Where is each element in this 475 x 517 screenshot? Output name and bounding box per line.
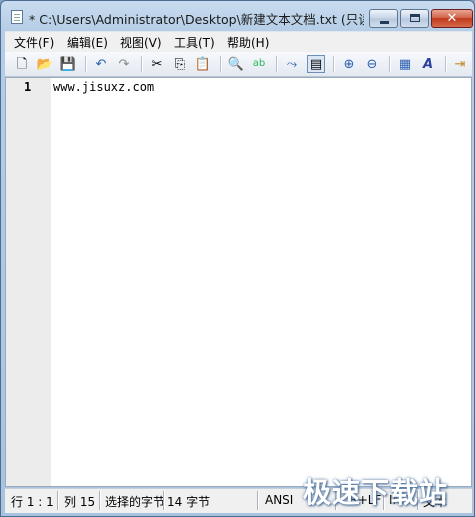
status-bytes: 14 字节 xyxy=(167,495,211,509)
minimize-button[interactable] xyxy=(369,9,398,28)
menu-help[interactable]: 帮助(H) xyxy=(227,34,269,51)
save-icon[interactable]: 💾 xyxy=(59,55,77,73)
menu-file[interactable]: 文件(F) xyxy=(14,34,54,51)
text-editor[interactable]: 1 www.jisuxz.com xyxy=(5,77,472,487)
title-bar[interactable]: * C:\Users\Administrator\Desktop\新建文本文档.… xyxy=(1,1,474,31)
paste-icon[interactable]: 📋 xyxy=(194,55,212,73)
undo-icon[interactable]: ↶ xyxy=(92,55,110,73)
toolbar-separator xyxy=(333,56,334,72)
editor-text-line[interactable]: www.jisuxz.com xyxy=(53,80,154,94)
toolbar-separator xyxy=(276,56,277,72)
app-window: * C:\Users\Administrator\Desktop\新建文本文档.… xyxy=(0,0,475,517)
line-number-gutter: 1 xyxy=(6,78,51,486)
status-separator xyxy=(163,491,164,510)
copy-icon[interactable]: ⎘ xyxy=(171,55,189,73)
zoom-in-icon[interactable]: ⊕ xyxy=(340,55,358,73)
status-encoding: ANSI xyxy=(265,493,294,507)
menu-view[interactable]: 视图(V) xyxy=(120,34,162,51)
toolbar-separator xyxy=(220,56,221,72)
status-line-col: 行 1 : 1 xyxy=(11,495,54,509)
menu-tools[interactable]: 工具(T) xyxy=(174,34,215,51)
toolbar-separator xyxy=(141,56,142,72)
find-icon[interactable]: 🔍 xyxy=(227,55,245,73)
status-separator xyxy=(57,491,58,510)
toolbar-separator xyxy=(85,56,86,72)
zoom-out-icon[interactable]: ⊖ xyxy=(363,55,381,73)
status-selection: 选择的字节 xyxy=(105,495,163,509)
toolbar: 🗋 📂 💾 ↶ ↷ ✂ ⎘ 📋 🔍 ab ⤳ ▤ ⊕ ⊖ ▦ A ⇥ xyxy=(5,52,472,77)
status-separator xyxy=(257,491,258,510)
exit-icon[interactable]: ⇥ xyxy=(451,55,469,73)
cut-icon[interactable]: ✂ xyxy=(148,55,166,73)
font-icon[interactable]: A xyxy=(419,55,437,73)
settings-icon[interactable]: ▦ xyxy=(396,55,414,73)
watermark-text: 极速下载站 xyxy=(303,476,449,509)
wordwrap-icon[interactable]: ▤ xyxy=(307,55,325,73)
new-icon[interactable]: 🗋 xyxy=(13,55,31,73)
menu-edit[interactable]: 编辑(E) xyxy=(67,34,108,51)
redo-icon[interactable]: ↷ xyxy=(115,55,133,73)
notepad-icon[interactable] xyxy=(11,10,23,24)
toolbar-separator xyxy=(445,56,446,72)
close-button[interactable]: ✕ xyxy=(431,9,473,28)
window-title: * C:\Users\Administrator\Desktop\新建文本文档.… xyxy=(29,12,364,27)
close-icon: ✕ xyxy=(446,11,458,26)
status-col: 列 15 xyxy=(64,495,96,509)
line-number: 1 xyxy=(24,80,32,94)
status-separator xyxy=(99,491,100,510)
menu-bar: 文件(F) 编辑(E) 视图(V) 工具(T) 帮助(H) xyxy=(5,31,472,52)
open-icon[interactable]: 📂 xyxy=(36,55,54,73)
toolbar-separator xyxy=(389,56,390,72)
maximize-button[interactable] xyxy=(400,9,429,28)
replace-icon[interactable]: ab xyxy=(250,55,268,73)
goto-icon[interactable]: ⤳ xyxy=(283,55,301,73)
